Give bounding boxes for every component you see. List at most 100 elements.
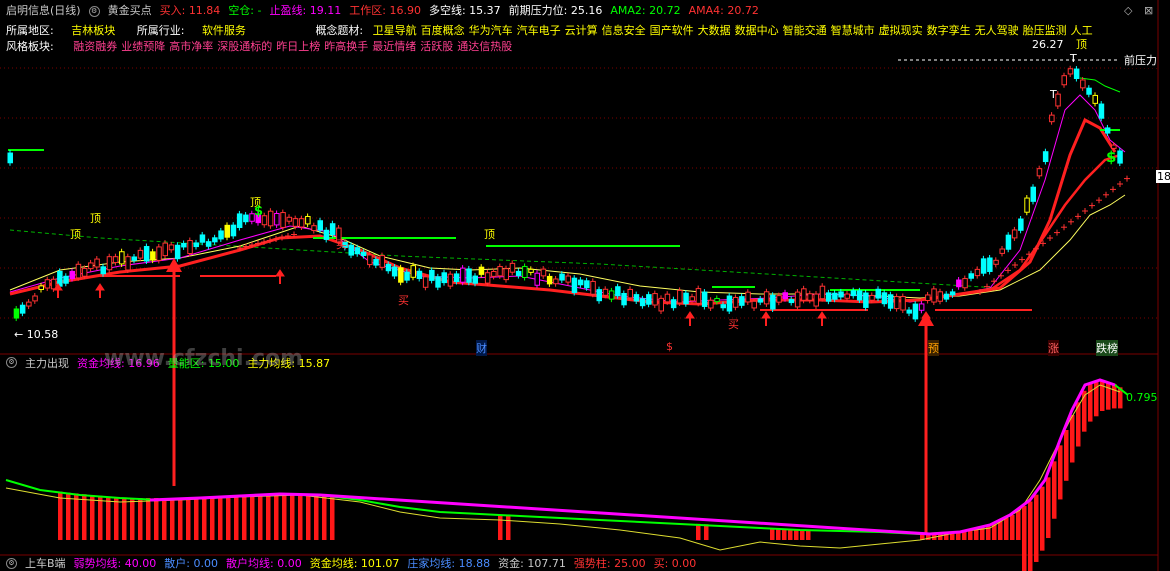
candle-body <box>881 292 888 305</box>
candle-body <box>360 251 367 257</box>
buy-footer-label: 买: <box>653 557 669 570</box>
candle-body <box>751 300 757 309</box>
candle-body <box>100 266 106 275</box>
histogram-bar <box>146 498 151 540</box>
buy-mark-3: 买 <box>728 318 739 331</box>
candle-body <box>491 270 497 277</box>
histogram-bar <box>90 495 95 540</box>
candle-body <box>193 242 199 248</box>
histogram-bar <box>1004 518 1009 540</box>
candle-body <box>763 291 770 305</box>
dealer-value: 18.88 <box>458 557 491 570</box>
candle-body <box>652 293 658 306</box>
candle-body <box>416 270 423 279</box>
main-avg-value: 15.87 <box>298 357 331 370</box>
candle-body <box>925 294 931 302</box>
candle-body <box>528 268 534 273</box>
footer-settings-icon[interactable]: ⚙ <box>6 558 17 569</box>
candle-body <box>212 237 218 243</box>
candle-body <box>608 290 615 300</box>
histogram-bar <box>1058 445 1063 500</box>
candle-body <box>435 276 441 288</box>
dollar-signal-icon-2: $ <box>254 204 264 219</box>
footer-title[interactable]: 上车B端 <box>25 558 66 570</box>
histogram-bar <box>130 498 135 540</box>
histogram-bar <box>282 494 287 540</box>
histogram-bar <box>806 530 811 540</box>
histogram-bar <box>186 498 191 540</box>
histogram-bar <box>114 497 119 540</box>
candle-body <box>850 290 857 297</box>
candle-body <box>472 275 478 284</box>
candle-body <box>819 285 826 300</box>
candle-body <box>1117 150 1123 164</box>
candle-body <box>844 293 850 299</box>
candle-body <box>156 246 162 261</box>
candle-body <box>788 299 795 304</box>
event-forecast[interactable]: 预 <box>928 340 939 356</box>
candle-body <box>720 304 726 309</box>
candle-body <box>150 251 156 261</box>
lower-settings-icon[interactable]: ⚙ <box>6 357 17 368</box>
candle-body <box>422 276 429 288</box>
lower-panel-title[interactable]: 主力出现 <box>25 357 69 371</box>
buy-arrow-head <box>95 283 105 291</box>
candle-body <box>1080 79 1086 89</box>
candle-body <box>825 292 832 302</box>
histogram-bar <box>506 515 511 540</box>
candle-body <box>596 289 602 302</box>
histogram-bar <box>1064 430 1069 481</box>
candle-body <box>447 273 454 287</box>
candle-body <box>63 275 69 284</box>
strong-label: 强势柱: <box>573 557 611 570</box>
candle-body <box>503 268 509 281</box>
candle-body <box>236 213 243 228</box>
candle-body <box>962 278 968 289</box>
high-price-label: 26.27 <box>1032 38 1064 51</box>
candle-body <box>627 288 633 299</box>
histogram-bar <box>234 496 239 540</box>
candle-body <box>274 212 280 226</box>
candle-body <box>856 290 863 301</box>
candle-body <box>577 279 584 286</box>
candle-body <box>956 279 962 288</box>
candle-body <box>658 297 664 312</box>
event-finance[interactable]: 财 <box>476 340 487 356</box>
candle-body <box>143 246 150 262</box>
candle-body <box>131 256 137 261</box>
event-dollar[interactable]: $ <box>666 340 673 353</box>
candle-body <box>949 291 956 296</box>
dealer-label: 庄家均线: <box>407 557 456 570</box>
candle-body <box>515 270 522 277</box>
candle-body <box>187 240 193 255</box>
candle-body <box>1011 229 1018 239</box>
event-ranking[interactable]: 跌榜 <box>1096 340 1118 356</box>
candle-body <box>1018 218 1024 231</box>
candle-body <box>534 272 540 286</box>
weak-value: 40.00 <box>124 557 157 570</box>
histogram-bar <box>122 498 127 540</box>
candle-body <box>869 294 875 301</box>
candle-body <box>466 268 472 283</box>
candle-body <box>174 244 181 260</box>
lower-right-value: 0.795 <box>1126 391 1158 404</box>
histogram-bar <box>1040 486 1045 551</box>
candle-body <box>298 218 305 228</box>
candle-body <box>88 262 94 270</box>
histogram-bar <box>202 497 207 540</box>
retail-label: 散户: <box>164 557 190 570</box>
candle-body <box>732 296 739 308</box>
candle-body <box>441 272 447 284</box>
candle-body <box>280 212 286 228</box>
event-rise[interactable]: 涨 <box>1048 340 1059 356</box>
histogram-bar <box>226 496 231 540</box>
candle-body <box>484 272 491 284</box>
candle-body <box>125 256 131 271</box>
candle-body <box>168 244 175 251</box>
histogram-bar <box>66 492 71 540</box>
candle-body <box>354 247 361 255</box>
candle-body <box>162 242 168 257</box>
candle-body <box>19 304 26 314</box>
candle-body <box>980 258 987 274</box>
candle-body <box>292 218 299 227</box>
